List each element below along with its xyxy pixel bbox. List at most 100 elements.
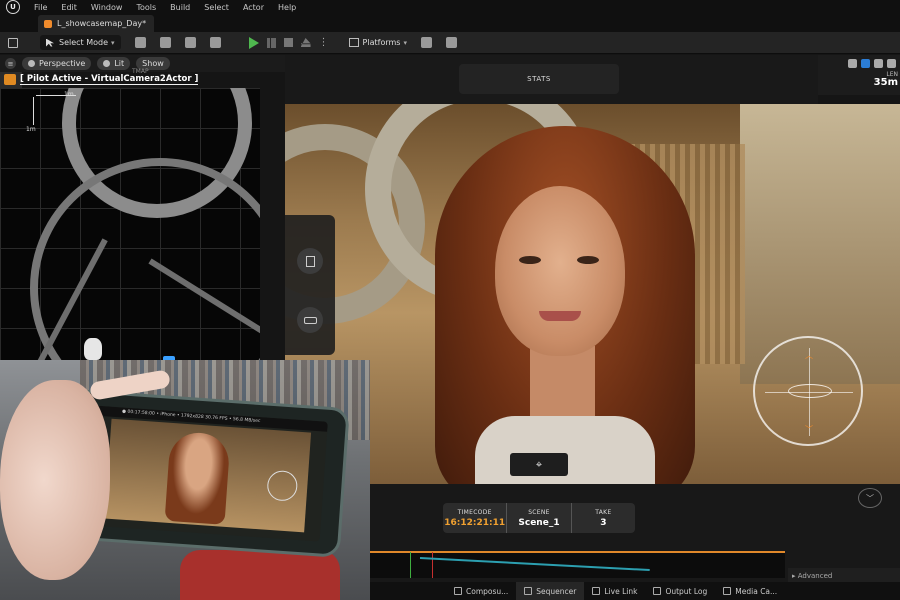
composure-icon	[454, 587, 462, 595]
tab-composure[interactable]: Composu...	[446, 582, 516, 600]
menu-tools[interactable]: Tools	[136, 3, 156, 12]
eject-icon[interactable]	[300, 38, 311, 47]
timecode-label: TIMECODE	[457, 508, 492, 516]
tab-label: Live Link	[604, 586, 638, 596]
stats-button[interactable]: STATS	[459, 64, 619, 94]
menu-help[interactable]: Help	[278, 3, 296, 12]
tab-live-link[interactable]: Live Link	[584, 582, 645, 600]
playback-start-marker[interactable]	[410, 552, 411, 578]
chevron-down-icon: ▾	[111, 38, 115, 47]
tab-media-capture[interactable]: Media Ca...	[715, 582, 785, 600]
level-tab[interactable]: L_showcasemap_Day*	[38, 15, 154, 32]
vcam-side-panel	[285, 215, 335, 355]
film-toggle-button[interactable]	[297, 307, 323, 333]
frame-toggle-button[interactable]	[297, 248, 323, 274]
collapse-button[interactable]: ﹀	[858, 488, 882, 508]
blueprint-icon[interactable]	[159, 37, 171, 48]
frame-icon	[305, 255, 315, 267]
hand	[0, 380, 110, 580]
viewport-right-tools: LEN 35m	[818, 55, 900, 95]
source-control-icon[interactable]	[445, 37, 457, 48]
move-tool-icon[interactable]	[861, 59, 870, 68]
tab-label: Composu...	[466, 586, 509, 596]
advanced-label: ▸ Advanced	[792, 572, 833, 580]
chevron-down-icon: ﹀	[866, 493, 874, 503]
viewport-menu-icon[interactable]: ≡	[5, 58, 16, 69]
camera-mode-icon: ⌖	[535, 457, 543, 471]
menu-bar: U File Edit Window Tools Build Select Ac…	[0, 0, 900, 14]
tab-output-log[interactable]: Output Log	[645, 582, 715, 600]
camera-mode-button[interactable]: ⌖	[510, 453, 568, 476]
top-down-map[interactable]	[0, 88, 260, 360]
take-value: 3	[600, 517, 607, 528]
menu-file[interactable]: File	[34, 3, 47, 12]
right-eye	[577, 256, 599, 264]
stop-icon[interactable]	[283, 38, 293, 47]
scene-label: SCENE	[528, 508, 550, 516]
play-icon[interactable]	[248, 36, 259, 49]
add-actor-icon[interactable]	[134, 37, 146, 48]
menu-window[interactable]: Window	[91, 3, 123, 12]
pilot-camera-icon[interactable]	[4, 74, 16, 85]
scene-cell: SCENE Scene_1	[507, 503, 572, 533]
show-label: Show	[142, 59, 164, 68]
platforms-icon	[348, 38, 359, 47]
logo-letter: U	[10, 3, 16, 11]
camera-joystick-gizmo[interactable]: ︿ ﹀	[753, 336, 863, 446]
perspective-icon	[28, 60, 35, 67]
perspective-label: Perspective	[39, 59, 86, 68]
lit-button[interactable]: Lit	[97, 57, 131, 70]
playhead[interactable]	[432, 552, 433, 578]
timecode-cell: TIMECODE 16:12:21:11	[443, 503, 508, 533]
character-marker-icon	[84, 338, 102, 360]
pilot-status[interactable]: [ Pilot Active - VirtualCamera2Actor ]	[20, 74, 199, 85]
menu-select[interactable]: Select	[204, 3, 229, 12]
gizmo-up-arrow-icon: ︿	[805, 351, 813, 360]
save-icon[interactable]	[8, 37, 18, 48]
menu-glyph: ≡	[7, 59, 14, 68]
more-options-icon[interactable]: ⋮	[319, 37, 329, 48]
lens-value: 35m	[873, 77, 898, 88]
menu-actor[interactable]: Actor	[243, 3, 264, 12]
cursor-arrow-icon	[46, 38, 54, 47]
mouth	[539, 311, 581, 321]
virtual-camera-view[interactable]: ⌖ ︿ ﹀	[285, 104, 900, 484]
map-scale-v-label: 1m	[26, 126, 36, 133]
rotate-tool-icon[interactable]	[874, 59, 883, 68]
take-cell: TAKE 3	[572, 503, 635, 533]
timecode-value: 16:12:21:11	[444, 517, 506, 528]
tab-sequencer[interactable]: Sequencer	[516, 582, 585, 600]
left-eye	[519, 256, 541, 264]
step-icon[interactable]	[266, 37, 276, 48]
perspective-button[interactable]: Perspective	[22, 57, 92, 70]
map-scale-h-label: 1m	[64, 91, 74, 98]
platforms-label: Platforms	[362, 38, 401, 47]
unreal-logo-icon[interactable]: U	[6, 0, 20, 14]
map-scale-vertical	[33, 97, 34, 125]
phone-photo: ● 00:17:58:00 • iPhone • 1792x828 30.76 …	[0, 360, 370, 600]
gizmo-ellipse	[788, 384, 832, 398]
select-tool-icon[interactable]	[848, 59, 857, 68]
pilot-bar: [ Pilot Active - VirtualCamera2Actor ]	[0, 72, 260, 87]
lit-icon	[103, 60, 111, 67]
select-mode-label: Select Mode	[59, 38, 109, 47]
menu-build[interactable]: Build	[170, 3, 190, 12]
level-icon	[44, 19, 52, 28]
settings-icon[interactable]	[420, 37, 432, 48]
timecode-panel: TIMECODE 16:12:21:11 SCENE Scene_1 TAKE …	[443, 503, 635, 533]
digital-human	[415, 126, 715, 484]
cinematics-icon[interactable]	[184, 37, 196, 48]
chevron-down-icon: ▾	[403, 38, 407, 47]
gizmo-down-arrow-icon: ﹀	[805, 425, 813, 434]
platforms-dropdown[interactable]: Platforms ▾	[348, 35, 407, 51]
menu-edit[interactable]: Edit	[61, 3, 77, 12]
mode-icon[interactable]	[209, 37, 221, 48]
stats-label: STATS	[527, 75, 551, 83]
phone-camera-view	[104, 418, 312, 533]
live-link-icon	[592, 587, 601, 595]
select-mode-dropdown[interactable]: Select Mode ▾	[40, 35, 121, 50]
phone-gizmo-icon	[266, 469, 299, 502]
scale-tool-icon[interactable]	[887, 59, 896, 68]
sequencer-icon	[524, 587, 533, 595]
face	[495, 186, 625, 356]
